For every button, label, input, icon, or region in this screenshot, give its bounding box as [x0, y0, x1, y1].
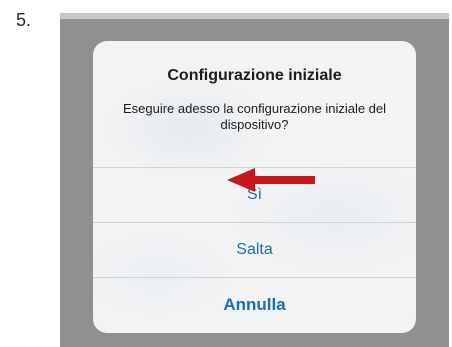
- red-arrow-icon: [227, 168, 315, 192]
- dialog-title: Configurazione iniziale: [167, 67, 342, 84]
- cancel-button[interactable]: Annulla: [93, 278, 416, 332]
- arrow-shaft: [253, 176, 315, 184]
- dialog-header: Configurazione iniziale Eseguire adesso …: [93, 41, 416, 167]
- skip-button[interactable]: Salta: [93, 223, 416, 277]
- screen-top-band: [60, 13, 449, 19]
- arrow-head: [227, 168, 255, 192]
- step-number: 5.: [16, 10, 32, 30]
- dialog-message: Eseguire adesso la configurazione inizia…: [122, 101, 387, 132]
